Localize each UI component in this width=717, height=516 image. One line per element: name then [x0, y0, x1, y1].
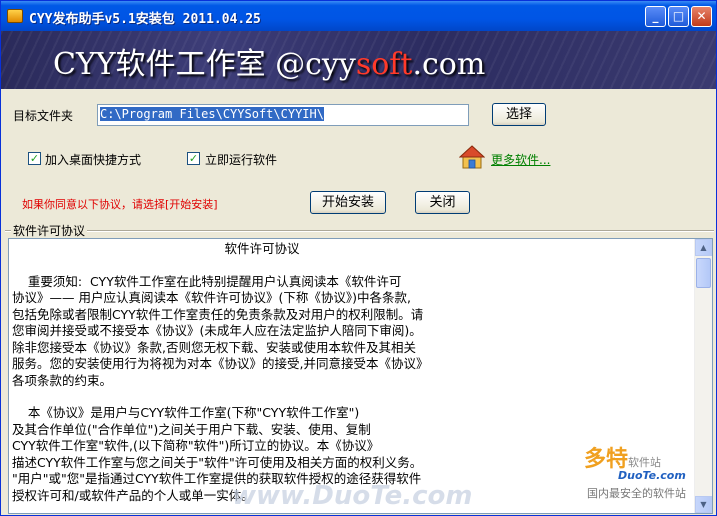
license-line [12, 389, 692, 405]
banner-text: CYY软件工作室 @cyysoft.com [53, 39, 485, 83]
license-title: 软件许可协议 [224, 241, 300, 256]
license-line: 服务。您的安装使用行为将视为对本《协议》的接受,并同意接受本《协议》 [12, 356, 429, 371]
banner-text-domain: .com [412, 47, 486, 82]
run-now-checkbox[interactable]: ✓ [187, 152, 200, 165]
scroll-up-button[interactable]: ▲ [695, 239, 712, 256]
browse-button[interactable]: 选择 [492, 103, 546, 126]
watermark-url: DuoTe.com [618, 469, 686, 482]
header-banner: CYY软件工作室 @cyysoft.com [1, 31, 716, 89]
scroll-thumb[interactable] [696, 258, 711, 288]
watermark-brand-small: 软件站 [628, 456, 662, 469]
install-button[interactable]: 开始安装 [310, 191, 386, 214]
scroll-down-button[interactable]: ▼ [695, 496, 712, 513]
watermark-slogan: 国内最安全的软件站 [587, 487, 686, 500]
more-software-link[interactable]: 更多软件... [491, 151, 550, 168]
desktop-shortcut-checkbox[interactable]: ✓ [28, 152, 41, 165]
license-line: 各项条款的约束。 [12, 372, 113, 388]
maximize-button[interactable]: □ [668, 6, 689, 27]
close-button[interactable]: 关闭 [415, 191, 470, 214]
duote-logo-watermark: 多特软件站 DuoTe.com 国内最安全的软件站 [584, 441, 686, 500]
close-window-button[interactable]: ✕ [691, 6, 712, 27]
license-line: 您审阅并接受或不接受本《协议》(未成年人应在法定监护人陪同下审阅)。 [12, 323, 422, 338]
license-line: 协议》—— 用户应认真阅读本《软件许可协议》(下称《协议》)中各条款, [12, 290, 411, 305]
banner-text-main: CYY软件工作室 @cyy [53, 47, 356, 82]
target-folder-input[interactable]: C:\Program Files\CYYSoft\CYYIH\ [97, 104, 469, 126]
duote-watermark: www.DuoTe.com [232, 481, 473, 511]
target-folder-value: C:\Program Files\CYYSoft\CYYIH\ [100, 107, 324, 121]
license-line: 除非您接受本《协议》条款,否则您无权下载、安装或使用本软件及其相关 [12, 339, 416, 355]
window-title: CYY发布助手v5.1安装包 2011.04.25 [29, 12, 261, 27]
banner-text-highlight: soft [355, 47, 413, 82]
license-line: 包括免除或者限制CYY软件工作室责任的免责条款及对用户的权利限制。请 [12, 306, 424, 322]
agreement-notice: 如果你同意以下协议，请选择[开始安装] [22, 198, 218, 211]
minimize-button[interactable]: _ [645, 6, 666, 27]
license-line: 本《协议》是用户与CYY软件工作室(下称"CYY软件工作室") [12, 405, 360, 420]
title-bar[interactable]: CYY发布助手v5.1安装包 2011.04.25 _ □ ✕ [1, 1, 716, 31]
desktop-shortcut-label[interactable]: 加入桌面快捷方式 [45, 151, 141, 168]
license-group-label: 软件许可协议 [11, 222, 88, 239]
run-now-label[interactable]: 立即运行软件 [205, 151, 277, 168]
vertical-scrollbar[interactable]: ▲ ▼ [694, 239, 712, 513]
license-line: 及其合作单位("合作单位")之间关于用户下载、安装、使用、复制 [12, 421, 371, 437]
license-line: 重要须知: CYY软件工作室在此特别提醒用户认真阅读本《软件许可 [12, 273, 402, 289]
installer-window: CYY发布助手v5.1安装包 2011.04.25 _ □ ✕ CYY软件工作室… [0, 0, 717, 516]
app-icon [7, 9, 23, 23]
target-folder-label: 目标文件夹 [13, 109, 74, 123]
home-icon[interactable] [459, 145, 485, 169]
group-divider [5, 230, 714, 232]
